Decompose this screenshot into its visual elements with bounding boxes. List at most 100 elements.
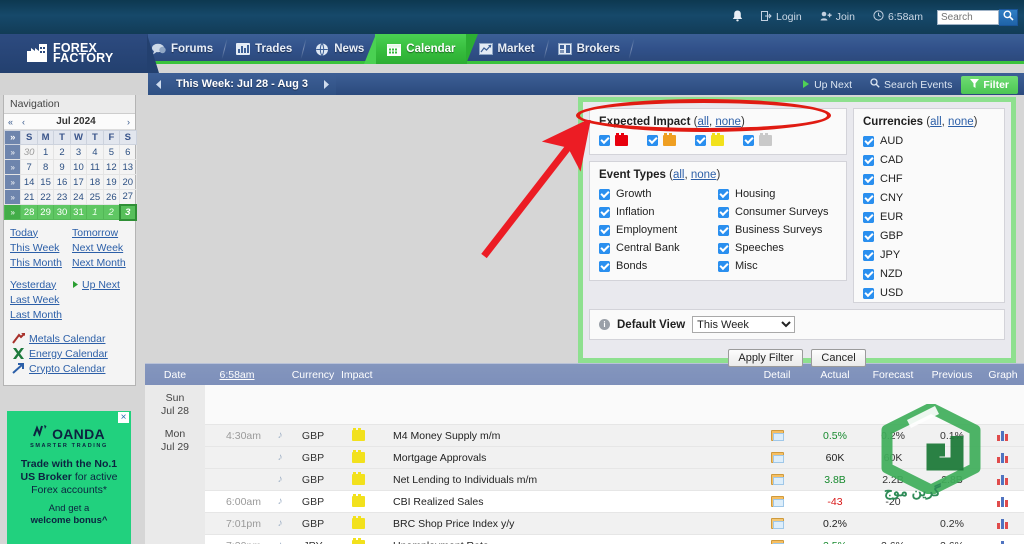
link-next-week[interactable]: Next Week bbox=[72, 242, 123, 254]
mini-calendar-week[interactable]: » 21 22 23 24 25 26 27 bbox=[3, 189, 137, 205]
other-calendar-item[interactable]: Metals Calendar bbox=[12, 333, 129, 345]
alert-bell-icon[interactable]: ♪ bbox=[269, 452, 291, 463]
impact-option-high[interactable] bbox=[599, 133, 647, 146]
link-tomorrow[interactable]: Tomorrow bbox=[72, 227, 118, 239]
event-type-growth[interactable]: Growth bbox=[599, 188, 718, 200]
checkbox-usd[interactable] bbox=[863, 287, 874, 299]
graph-button[interactable] bbox=[982, 474, 1024, 485]
calendar-day[interactable]: 2 bbox=[102, 204, 121, 220]
graph-button[interactable] bbox=[982, 430, 1024, 441]
event-type-inflation[interactable]: Inflation bbox=[599, 206, 718, 218]
event-type-employment[interactable]: Employment bbox=[599, 224, 718, 236]
nav-tab-trades[interactable]: Trades bbox=[224, 34, 307, 64]
currency-nzd[interactable]: NZD bbox=[863, 268, 995, 280]
filter-button[interactable]: Filter bbox=[961, 75, 1018, 94]
notifications-button[interactable] bbox=[724, 7, 751, 28]
event-type-bonds[interactable]: Bonds bbox=[599, 260, 718, 272]
graph-button[interactable] bbox=[982, 518, 1024, 529]
link-last-week[interactable]: Last Week bbox=[10, 294, 59, 306]
graph-button[interactable] bbox=[982, 540, 1024, 544]
calendar-day[interactable]: 24 bbox=[69, 189, 88, 205]
currency-cny[interactable]: CNY bbox=[863, 192, 995, 204]
calendar-day[interactable]: 23 bbox=[53, 189, 71, 205]
table-row[interactable]: 4:30am ♪ GBP M4 Money Supply m/m 0.5% 0.… bbox=[205, 425, 1024, 447]
calendar-day[interactable]: 17 bbox=[69, 174, 88, 190]
calendar-day[interactable]: 21 bbox=[20, 189, 38, 205]
currency-aud[interactable]: AUD bbox=[863, 135, 995, 147]
week-select-button[interactable]: » bbox=[3, 144, 22, 160]
table-row[interactable]: ♪ GBP Mortgage Approvals 60K 60K bbox=[205, 447, 1024, 469]
checkbox-nzd[interactable] bbox=[863, 268, 874, 280]
week-select-button[interactable]: » bbox=[3, 174, 22, 190]
graph-button[interactable] bbox=[982, 496, 1024, 507]
calendar-day[interactable]: 14 bbox=[20, 174, 38, 190]
checkbox-inflation[interactable] bbox=[599, 206, 610, 218]
calendar-day[interactable]: 1 bbox=[36, 144, 55, 160]
checkbox-gbp[interactable] bbox=[863, 230, 874, 242]
join-button[interactable]: Join bbox=[812, 8, 863, 27]
search-events-button[interactable]: Search Events bbox=[861, 75, 961, 94]
cancel-filter-button[interactable]: Cancel bbox=[811, 349, 866, 367]
event-types-select-none[interactable]: none bbox=[691, 169, 717, 181]
prev-week-button[interactable] bbox=[148, 73, 168, 95]
nav-tab-market[interactable]: Market bbox=[467, 34, 550, 64]
mini-calendar-week-selected[interactable]: » 28 29 30 31 1 2 3 bbox=[3, 203, 138, 221]
week-range-title[interactable]: This Week: Jul 28 - Aug 3 bbox=[168, 73, 316, 95]
other-calendar-item[interactable]: Energy Calendar bbox=[12, 348, 129, 360]
alert-bell-icon[interactable]: ♪ bbox=[269, 518, 291, 529]
event-type-business-surveys[interactable]: Business Surveys bbox=[718, 224, 837, 236]
calendar-day[interactable]: 30 bbox=[20, 144, 38, 160]
checkbox-growth[interactable] bbox=[599, 188, 610, 200]
mini-calendar-week[interactable]: » 7 8 9 10 11 12 13 bbox=[3, 159, 137, 175]
column-header-time[interactable]: 6:58am bbox=[205, 369, 269, 381]
calendar-day[interactable]: 11 bbox=[86, 159, 104, 175]
sidebar-advertisement[interactable]: × OANDA SMARTER TRADING Trade with the N… bbox=[7, 411, 131, 544]
impact-option-medium[interactable] bbox=[647, 133, 695, 146]
currency-gbp[interactable]: GBP bbox=[863, 230, 995, 242]
checkbox-chf[interactable] bbox=[863, 173, 874, 185]
nav-tab-calendar[interactable]: Calendar bbox=[364, 34, 478, 64]
table-row[interactable]: 6:00am ♪ GBP CBI Realized Sales -43 -20 bbox=[205, 491, 1024, 513]
link-up-next[interactable]: Up Next bbox=[82, 279, 120, 291]
table-row[interactable]: ♪ GBP Net Lending to Individuals m/m 3.8… bbox=[205, 469, 1024, 491]
calendar-day[interactable]: 20 bbox=[119, 174, 137, 190]
calendar-day[interactable]: 13 bbox=[119, 159, 137, 175]
impact-select-all[interactable]: all bbox=[697, 116, 709, 128]
calendar-day[interactable]: 25 bbox=[86, 189, 104, 205]
checkbox-employment[interactable] bbox=[599, 224, 610, 236]
event-title[interactable]: Mortgage Approvals bbox=[381, 452, 748, 464]
calendar-day[interactable]: 22 bbox=[36, 189, 55, 205]
checkbox-medium-impact[interactable] bbox=[647, 135, 658, 146]
event-type-misc[interactable]: Misc bbox=[718, 260, 837, 272]
checkbox-cny[interactable] bbox=[863, 192, 874, 204]
link-today[interactable]: Today bbox=[10, 227, 38, 239]
calendar-day[interactable]: 4 bbox=[86, 144, 104, 160]
info-icon[interactable]: i bbox=[599, 319, 610, 330]
alert-bell-icon[interactable]: ♪ bbox=[269, 430, 291, 441]
login-button[interactable]: Login bbox=[753, 8, 810, 27]
checkbox-misc[interactable] bbox=[718, 260, 729, 272]
search-input[interactable] bbox=[937, 9, 999, 25]
checkbox-speeches[interactable] bbox=[718, 242, 729, 254]
calendar-day[interactable]: 15 bbox=[36, 174, 55, 190]
link-last-month[interactable]: Last Month bbox=[10, 309, 62, 321]
server-clock[interactable]: 6:58am bbox=[865, 7, 931, 27]
table-row[interactable]: 7:01pm ♪ GBP BRC Shop Price Index y/y 0.… bbox=[205, 513, 1024, 535]
link-energy-calendar[interactable]: Energy Calendar bbox=[29, 348, 108, 360]
close-ad-button[interactable]: × bbox=[118, 412, 129, 423]
mini-calendar-week[interactable]: » 30 1 2 3 4 5 6 bbox=[3, 144, 137, 160]
next-month-button[interactable]: › bbox=[122, 117, 135, 127]
currency-usd[interactable]: USD bbox=[863, 287, 995, 299]
impact-select-none[interactable]: none bbox=[715, 116, 741, 128]
checkbox-business-surveys[interactable] bbox=[718, 224, 729, 236]
table-row[interactable]: 7:30pm ♪ JPY Unemployment Rate 2.5% 2.6%… bbox=[205, 535, 1024, 544]
event-type-consumer-surveys[interactable]: Consumer Surveys bbox=[718, 206, 837, 218]
calendar-day[interactable]: 16 bbox=[53, 174, 71, 190]
detail-button[interactable] bbox=[748, 452, 806, 463]
event-title[interactable]: CBI Realized Sales bbox=[381, 496, 748, 508]
calendar-day[interactable]: 27 bbox=[119, 189, 137, 205]
week-select-button[interactable]: » bbox=[3, 204, 22, 220]
detail-button[interactable] bbox=[748, 518, 806, 529]
impact-option-low[interactable] bbox=[695, 133, 743, 146]
checkbox-bonds[interactable] bbox=[599, 260, 610, 272]
